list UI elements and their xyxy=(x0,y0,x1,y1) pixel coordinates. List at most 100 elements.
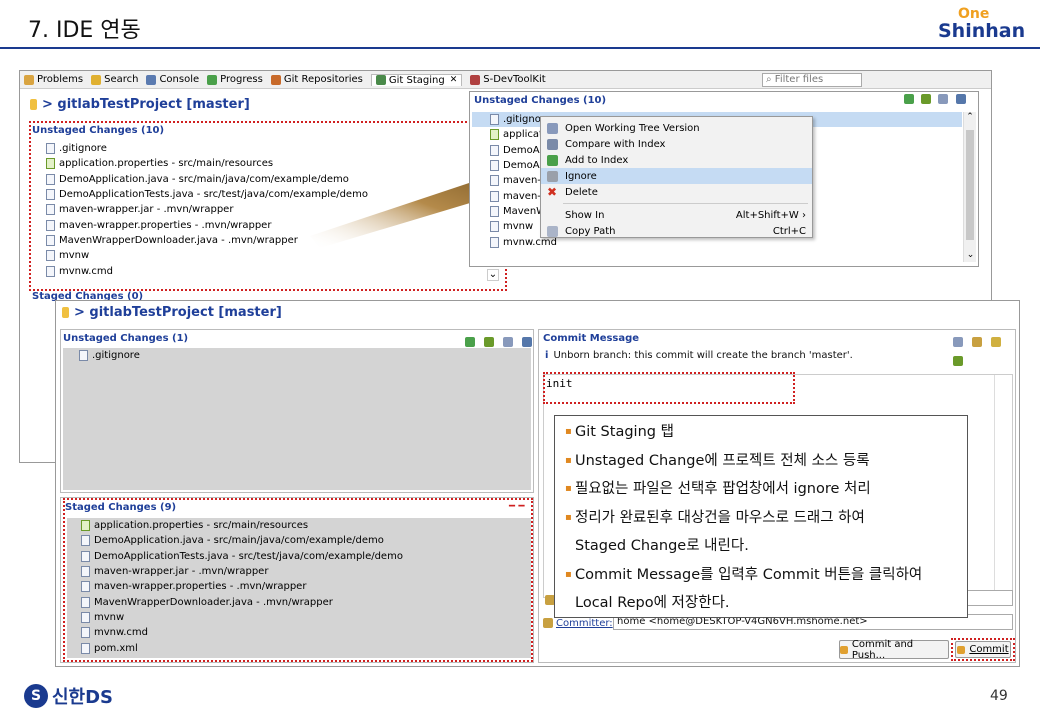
filter-files-input[interactable]: ⌕ Filter files xyxy=(762,73,862,87)
menu-item-ignore[interactable]: Ignore xyxy=(541,168,812,184)
list-item[interactable]: DemoApplicationTests.java - src/test/jav… xyxy=(81,549,531,564)
tab-problems[interactable]: Problems xyxy=(24,74,83,85)
commit-message-highlight-box xyxy=(543,372,795,404)
logo-shinhan-text: Shinhan xyxy=(938,20,1026,42)
list-item[interactable]: mvnw.cmd xyxy=(81,625,531,640)
java-file-icon xyxy=(81,596,90,608)
page-number: 49 xyxy=(990,688,1008,704)
devtoolkit-icon xyxy=(470,74,481,85)
tab-label: Problems xyxy=(37,74,84,85)
list-item[interactable]: maven-wrapper.properties - .mvn/wrapper xyxy=(81,579,531,594)
info-icon: i xyxy=(545,350,549,361)
menu-item-compare-with-index[interactable]: Compare with Index xyxy=(541,136,812,152)
scrollbar-thumb[interactable] xyxy=(966,130,974,240)
sort-icon[interactable] xyxy=(522,337,533,347)
scroll-down-arrow[interactable]: ⌄ xyxy=(964,250,977,260)
bullet-icon: ▪ xyxy=(565,568,572,580)
staged-pane: Staged Changes (9) ━ ━ application.prope… xyxy=(60,497,534,663)
file-label: pom.xml xyxy=(94,642,138,654)
tab-progress[interactable]: Progress xyxy=(207,74,263,85)
progress-icon xyxy=(207,74,218,85)
xml-file-icon xyxy=(81,642,90,654)
list-item[interactable]: mvnw xyxy=(81,610,531,625)
note-item: ▪ 필요없는 파일은 선택후 팝업창에서 ignore 처리 xyxy=(565,475,967,504)
menu-item-delete[interactable]: ✖ Delete xyxy=(541,184,812,200)
list-item[interactable]: DemoApplication.java - src/main/java/com… xyxy=(81,533,531,548)
jar-file-icon xyxy=(490,175,499,187)
tab-git-repositories[interactable]: Git Repositories xyxy=(270,74,363,85)
compare-icon xyxy=(547,138,558,150)
menu-item-add-to-index[interactable]: Add to Index xyxy=(541,152,812,168)
repository-icon xyxy=(62,307,69,318)
scroll-down-arrow[interactable]: ⌄ xyxy=(487,269,499,281)
signoff-icon[interactable] xyxy=(972,337,983,347)
note-item-continued: Local Repo에 저장한다. xyxy=(565,589,967,618)
commit-and-push-button[interactable]: Commit and Push... xyxy=(839,638,949,661)
open-tree-icon xyxy=(547,122,558,134)
unstage-all-icon[interactable]: ━ ━ xyxy=(509,501,525,512)
unstaged-file-list[interactable]: .gitignore xyxy=(63,348,531,490)
stage-selected-icon[interactable] xyxy=(921,94,932,104)
tab-label: Git Repositories xyxy=(283,74,363,85)
note-item: ▪ Commit Message를 입력후 Commit 버튼을 클릭하여 xyxy=(565,561,967,590)
close-icon[interactable]: ✕ xyxy=(450,75,458,85)
list-item[interactable]: application.properties - src/main/resour… xyxy=(81,518,531,533)
unstaged-changes-header: Unstaged Changes (10) xyxy=(32,125,165,136)
file-icon xyxy=(46,143,55,155)
tab-console[interactable]: Console xyxy=(146,74,199,85)
java-file-icon xyxy=(46,189,55,201)
properties-file-icon xyxy=(490,129,499,141)
note-item: ▪ 정리가 완료된후 대상건을 마우스로 드래그 하여 xyxy=(565,504,967,533)
tree-presentation-icon[interactable] xyxy=(503,337,514,347)
shinhan-logo-icon: S xyxy=(24,684,48,708)
note-item: ▪ Unstaged Change에 프로젝트 전체 소스 등록 xyxy=(565,447,967,476)
list-item[interactable]: MavenWrapperDownloader.java - .mvn/wrapp… xyxy=(81,594,531,609)
note-text: 정리가 완료된후 대상건을 마우스로 드래그 하여 xyxy=(575,509,865,526)
scroll-up-arrow[interactable]: ⌃ xyxy=(964,112,976,122)
tab-search[interactable]: Search xyxy=(91,74,138,85)
java-file-icon xyxy=(81,535,90,547)
note-text: Staged Change로 내린다. xyxy=(575,538,749,554)
footer-brand: 신한DS xyxy=(52,687,114,708)
sign-commit-icon[interactable] xyxy=(991,337,1002,347)
file-label: application.properties - src/main/resour… xyxy=(94,520,309,532)
file-icon xyxy=(81,627,90,639)
list-item[interactable]: mvnw xyxy=(46,248,368,263)
commit-button[interactable]: Commit xyxy=(955,641,1011,658)
amend-icon[interactable] xyxy=(953,337,963,347)
file-label: .gitignore xyxy=(59,143,107,155)
stage-all-icon[interactable] xyxy=(465,337,475,347)
java-file-icon xyxy=(490,205,499,217)
staged-file-list[interactable]: application.properties - src/main/resour… xyxy=(67,518,531,658)
list-item[interactable]: .gitignore xyxy=(63,348,531,363)
tree-presentation-icon[interactable] xyxy=(938,94,949,104)
list-item[interactable]: mvnw.cmd xyxy=(46,263,368,278)
filter-placeholder: Filter files xyxy=(774,74,824,85)
menu-item-open-working-tree[interactable]: Open Working Tree Version xyxy=(541,120,812,136)
list-item[interactable]: pom.xml xyxy=(81,640,531,655)
console-icon xyxy=(146,74,157,85)
unborn-note-text: Unborn branch: this commit will create t… xyxy=(553,350,853,361)
menu-item-copy-path[interactable]: Copy Path Ctrl+C xyxy=(541,223,812,239)
problems-icon xyxy=(24,74,34,85)
commit-message-header: Commit Message xyxy=(543,333,640,344)
sort-icon[interactable] xyxy=(955,94,966,104)
list-item[interactable]: maven-wrapper.jar - .mvn/wrapper xyxy=(81,564,531,579)
menu-item-show-in[interactable]: Show In Alt+Shift+W › xyxy=(541,207,812,223)
file-label: DemoApplicationTests.java - src/test/jav… xyxy=(94,550,403,562)
stage-selected-icon[interactable] xyxy=(484,337,495,347)
popup-scrollbar[interactable]: ⌃ ⌄ xyxy=(963,112,976,262)
textarea-scrollbar[interactable] xyxy=(994,375,1012,597)
commit-and-push-label: Commit and Push... xyxy=(851,638,914,661)
ignore-icon xyxy=(547,170,558,182)
context-menu: Open Working Tree Version Compare with I… xyxy=(540,116,813,238)
tab-label: Search xyxy=(104,74,139,85)
tab-s-devtoolkit[interactable]: S-DevToolKit xyxy=(470,74,546,85)
tab-git-staging[interactable]: Git Staging ✕ xyxy=(370,73,463,86)
repository-icon xyxy=(30,99,37,110)
change-id-icon[interactable] xyxy=(953,356,963,366)
git-staging-icon xyxy=(375,75,386,85)
delete-icon: ✖ xyxy=(547,184,558,199)
java-file-icon xyxy=(490,160,499,172)
stage-all-icon[interactable] xyxy=(904,94,914,104)
